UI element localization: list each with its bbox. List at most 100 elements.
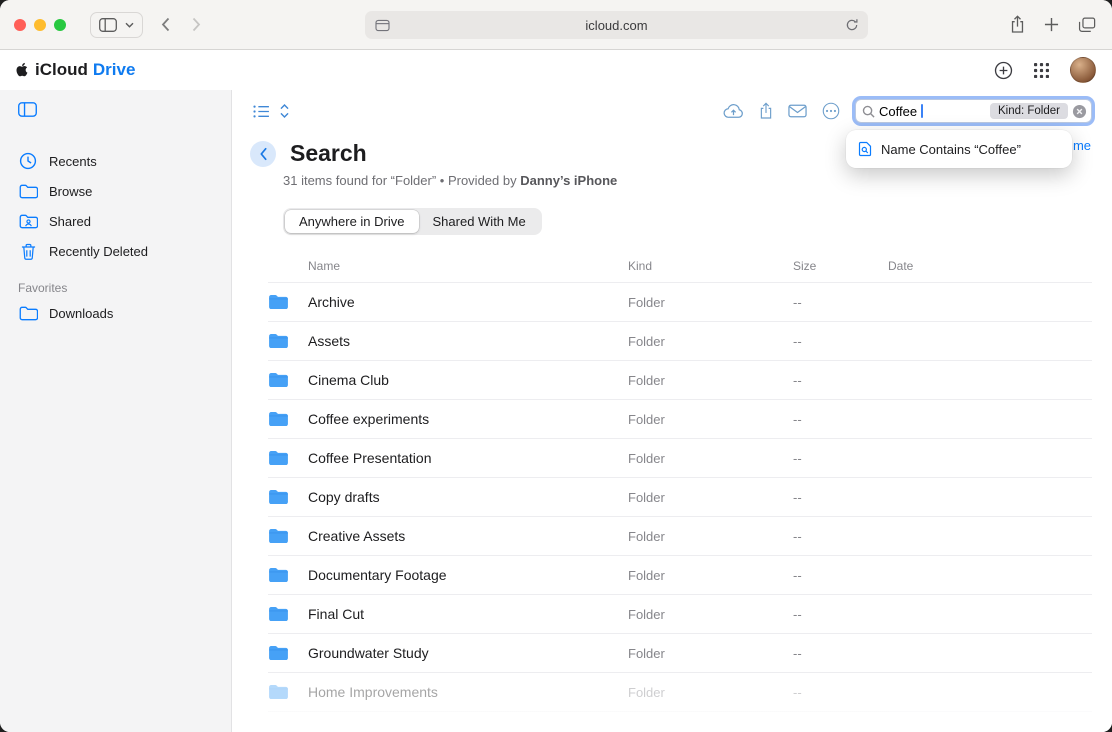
partial-occluded-text: me	[1073, 138, 1091, 153]
file-size: --	[793, 568, 888, 583]
sidebar-item-label: Browse	[49, 184, 92, 199]
apple-logo-icon	[16, 61, 30, 78]
file-name: Home Improvements	[308, 684, 628, 700]
file-name: Cinema Club	[308, 372, 628, 388]
folder-icon	[18, 306, 38, 321]
share-page-icon[interactable]	[1010, 15, 1025, 34]
table-row[interactable]: Archive Folder --	[268, 283, 1092, 322]
sidebar-item-recents[interactable]: Recents	[18, 146, 231, 176]
folder-icon	[268, 489, 308, 505]
close-window-button[interactable]	[14, 19, 26, 31]
column-header-date[interactable]: Date	[888, 259, 1092, 273]
folder-icon	[268, 606, 308, 622]
file-kind: Folder	[628, 685, 793, 700]
app-launcher-icon[interactable]	[1034, 63, 1049, 78]
sidebar-item-shared[interactable]: Shared	[18, 206, 231, 236]
file-kind: Folder	[628, 607, 793, 622]
file-size: --	[793, 451, 888, 466]
file-size: --	[793, 295, 888, 310]
back-button[interactable]	[161, 17, 170, 32]
file-kind: Folder	[628, 646, 793, 661]
table-header: Name Kind Size Date	[268, 259, 1092, 283]
account-avatar[interactable]	[1070, 57, 1096, 83]
new-tab-icon[interactable]	[1044, 17, 1059, 32]
browser-sidebar-button[interactable]	[90, 12, 143, 38]
segment-shared-with-me[interactable]: Shared With Me	[419, 210, 540, 233]
table-row[interactable]: Documentary Footage Folder --	[268, 556, 1092, 595]
sidebar-icon	[99, 18, 117, 32]
file-size: --	[793, 685, 888, 700]
file-name: Creative Assets	[308, 528, 628, 544]
sidebar: Recents Browse Shared	[0, 90, 232, 732]
table-row[interactable]: Assets Folder --	[268, 322, 1092, 361]
sort-order-icon[interactable]	[279, 103, 290, 119]
scope-segmented-control: Anywhere in Drive Shared With Me	[283, 208, 542, 235]
file-size: --	[793, 334, 888, 349]
folder-icon	[18, 184, 38, 199]
file-name: Archive	[308, 294, 628, 310]
reload-icon[interactable]	[845, 18, 859, 32]
content-toolbar: Coffee Kind: Folder	[252, 98, 1092, 124]
table-row[interactable]: Creative Assets Folder --	[268, 517, 1092, 556]
sidebar-section-favorites: Favorites	[18, 278, 231, 298]
sidebar-item-browse[interactable]: Browse	[18, 176, 231, 206]
folder-icon	[268, 645, 308, 661]
create-new-icon[interactable]	[994, 61, 1013, 80]
file-table-body: Archive Folder -- Assets Folder -- Cinem…	[268, 283, 1092, 712]
file-kind: Folder	[628, 295, 793, 310]
file-kind: Folder	[628, 334, 793, 349]
forward-button[interactable]	[192, 17, 201, 32]
brand-icloud: iCloud	[35, 60, 88, 80]
table-row[interactable]: Copy drafts Folder --	[268, 478, 1092, 517]
segment-anywhere-in-drive[interactable]: Anywhere in Drive	[285, 210, 419, 233]
main-content: Coffee Kind: Folder me Name Contains “Co…	[232, 90, 1112, 732]
share-icon[interactable]	[759, 102, 773, 120]
brand-drive: Drive	[93, 60, 136, 80]
clear-search-icon[interactable]	[1072, 104, 1087, 119]
search-filter-token[interactable]: Kind: Folder	[990, 103, 1068, 119]
cloud-upload-icon[interactable]	[723, 103, 744, 119]
folder-icon	[268, 372, 308, 388]
address-bar[interactable]: icloud.com	[365, 11, 868, 39]
results-summary: 31 items found for “Folder” • Provided b…	[283, 173, 1092, 188]
table-row[interactable]: Coffee Presentation Folder --	[268, 439, 1092, 478]
file-size: --	[793, 373, 888, 388]
file-size: --	[793, 490, 888, 505]
search-input[interactable]: Coffee Kind: Folder	[855, 99, 1092, 123]
table-row[interactable]: Final Cut Folder --	[268, 595, 1092, 634]
table-row[interactable]: Groundwater Study Folder --	[268, 634, 1092, 673]
table-row[interactable]: Cinema Club Folder --	[268, 361, 1092, 400]
table-row[interactable]: Coffee experiments Folder --	[268, 400, 1092, 439]
app-sidebar-toggle-icon[interactable]	[18, 102, 37, 117]
file-kind: Folder	[628, 490, 793, 505]
trash-icon	[18, 243, 38, 260]
search-suggestion-popup[interactable]: Name Contains “Coffee”	[846, 130, 1072, 168]
zoom-window-button[interactable]	[54, 19, 66, 31]
file-size: --	[793, 607, 888, 622]
column-header-kind[interactable]: Kind	[628, 259, 793, 273]
sidebar-item-label: Recently Deleted	[49, 244, 148, 259]
file-kind: Folder	[628, 529, 793, 544]
list-view-icon[interactable]	[253, 105, 270, 118]
file-kind: Folder	[628, 451, 793, 466]
table-row[interactable]: Home Improvements Folder --	[268, 673, 1092, 712]
file-table: Name Kind Size Date Archive Folder -- As…	[268, 259, 1092, 712]
file-size: --	[793, 646, 888, 661]
file-name: Final Cut	[308, 606, 628, 622]
sidebar-item-recently-deleted[interactable]: Recently Deleted	[18, 236, 231, 266]
sidebar-item-downloads[interactable]: Downloads	[18, 298, 231, 328]
traffic-lights	[14, 19, 66, 31]
back-to-browse-button[interactable]	[250, 141, 276, 167]
file-name: Assets	[308, 333, 628, 349]
file-size: --	[793, 529, 888, 544]
more-icon[interactable]	[822, 102, 840, 120]
column-header-name[interactable]: Name	[308, 259, 628, 273]
file-name: Coffee Presentation	[308, 450, 628, 466]
sidebar-item-label: Downloads	[49, 306, 113, 321]
minimize-window-button[interactable]	[34, 19, 46, 31]
mail-icon[interactable]	[788, 104, 807, 118]
column-header-size[interactable]: Size	[793, 259, 888, 273]
folder-icon	[268, 528, 308, 544]
website-settings-icon[interactable]	[375, 19, 390, 32]
tab-overview-icon[interactable]	[1078, 17, 1096, 33]
